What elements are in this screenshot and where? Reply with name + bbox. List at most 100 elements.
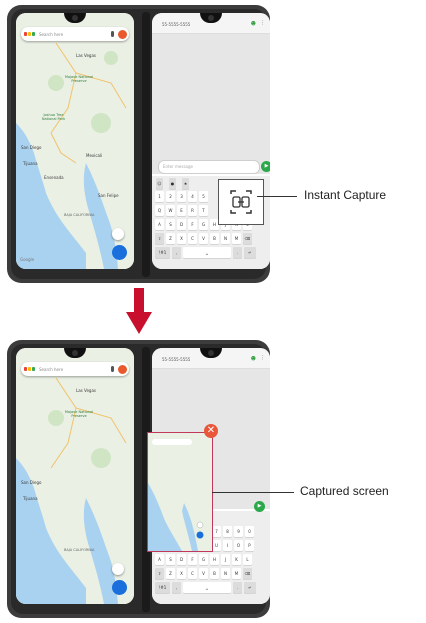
captured-screen-leader <box>212 492 294 493</box>
avatar[interactable] <box>118 29 127 39</box>
emoji-icon[interactable]: ☺ <box>156 178 163 189</box>
captured-map-image <box>148 433 212 551</box>
directions-button[interactable] <box>112 580 127 595</box>
enter-key[interactable]: ↵ <box>244 582 256 593</box>
instant-capture-leader <box>257 196 297 197</box>
symbols-key[interactable]: !#1 <box>155 247 170 258</box>
period-key[interactable]: . <box>233 247 242 258</box>
key[interactable]: D <box>177 554 186 565</box>
backspace-key[interactable]: ⌫ <box>243 233 252 244</box>
key[interactable]: Q <box>155 205 164 216</box>
mic-icon[interactable] <box>111 31 114 37</box>
message-input[interactable]: Enter message ▶ <box>158 160 270 174</box>
right-screen-messages: 55-5555-5555 ☻ ⋮ Enter message ▶ ☺ ● ★ 1… <box>152 13 270 269</box>
key[interactable]: M <box>232 568 241 579</box>
key[interactable]: A <box>155 219 164 230</box>
message-input-placeholder: Enter message <box>163 164 193 169</box>
key[interactable]: E <box>177 205 186 216</box>
city-label: Tijuana <box>23 161 38 166</box>
key[interactable]: S <box>166 554 175 565</box>
gif-icon[interactable]: ★ <box>182 178 189 189</box>
key[interactable]: U <box>212 540 221 551</box>
key[interactable]: N <box>221 233 230 244</box>
enter-key[interactable]: ↵ <box>244 247 256 258</box>
key[interactable]: T <box>199 205 208 216</box>
key[interactable]: C <box>188 568 197 579</box>
key[interactable]: B <box>210 568 219 579</box>
key[interactable]: X <box>177 233 186 244</box>
key[interactable]: R <box>188 205 197 216</box>
instant-capture-button[interactable] <box>218 179 264 225</box>
key[interactable]: M <box>232 233 241 244</box>
key[interactable]: 8 <box>223 526 232 537</box>
comma-key[interactable]: , <box>172 582 181 593</box>
symbols-key[interactable]: !#1 <box>155 582 170 593</box>
key[interactable]: F <box>188 219 197 230</box>
key[interactable]: B <box>210 233 219 244</box>
key[interactable]: F <box>188 554 197 565</box>
contact-number: 55-5555-5555 <box>162 357 191 362</box>
city-label: Tijuana <box>23 496 38 501</box>
directions-button[interactable] <box>112 245 127 260</box>
more-options-icon[interactable]: ⋮ <box>260 355 265 361</box>
key[interactable]: 0 <box>245 526 254 537</box>
key[interactable]: S <box>166 219 175 230</box>
space-key[interactable]: ␣ <box>183 582 231 593</box>
backspace-key[interactable]: ⌫ <box>243 568 252 579</box>
contact-icon[interactable]: ☻ <box>251 21 256 27</box>
key[interactable]: N <box>221 568 230 579</box>
contact-number: 55-5555-5555 <box>162 22 191 27</box>
key[interactable]: K <box>232 554 241 565</box>
key[interactable]: C <box>188 233 197 244</box>
key[interactable]: G <box>199 554 208 565</box>
sticker-icon[interactable]: ● <box>169 178 176 189</box>
close-icon[interactable]: ✕ <box>204 424 218 438</box>
map-view[interactable]: Search here Las Vegas San Diego Tijuana … <box>16 348 134 604</box>
key[interactable]: A <box>155 554 164 565</box>
park-label: Mojave National Preserve <box>64 75 94 83</box>
city-label: Mexicali <box>86 153 103 158</box>
key[interactable]: H <box>210 554 219 565</box>
key[interactable]: 9 <box>234 526 243 537</box>
key[interactable]: L <box>243 554 252 565</box>
key[interactable]: 2 <box>166 191 175 202</box>
contact-icon[interactable]: ☻ <box>251 356 256 362</box>
key[interactable]: I <box>223 540 232 551</box>
avatar[interactable] <box>118 364 127 374</box>
map-search-bar[interactable]: Search here <box>21 27 129 41</box>
city-label: San Diego <box>21 480 42 485</box>
key[interactable]: J <box>221 554 230 565</box>
key[interactable]: V <box>199 233 208 244</box>
key[interactable]: D <box>177 219 186 230</box>
arrow-down-icon <box>126 288 152 334</box>
shift-key[interactable]: ⇧ <box>155 568 164 579</box>
send-icon[interactable]: ▶ <box>261 161 270 172</box>
mic-icon[interactable] <box>111 366 114 372</box>
key[interactable]: 4 <box>188 191 197 202</box>
key[interactable]: W <box>166 205 175 216</box>
key[interactable]: Z <box>166 568 175 579</box>
location-button[interactable] <box>112 228 124 240</box>
key[interactable]: G <box>199 219 208 230</box>
key[interactable]: V <box>199 568 208 579</box>
key[interactable]: 3 <box>177 191 186 202</box>
captured-screen-label: Captured screen <box>300 484 389 498</box>
shift-key[interactable]: ⇧ <box>155 233 164 244</box>
comma-key[interactable]: , <box>172 247 181 258</box>
map-view[interactable]: Search here Las Vegas San Diego Tijuana … <box>16 13 134 269</box>
key[interactable]: P <box>245 540 254 551</box>
key[interactable]: O <box>234 540 243 551</box>
map-search-bar[interactable]: Search here <box>21 362 129 376</box>
instant-capture-label: Instant Capture <box>304 188 387 202</box>
location-button[interactable] <box>112 563 124 575</box>
send-icon[interactable]: ▶ <box>254 501 265 512</box>
key[interactable]: 5 <box>199 191 208 202</box>
key[interactable]: 1 <box>155 191 164 202</box>
captured-screen-thumbnail[interactable] <box>147 432 213 552</box>
key[interactable]: Z <box>166 233 175 244</box>
key[interactable]: X <box>177 568 186 579</box>
space-key[interactable]: ␣ <box>183 247 231 258</box>
period-key[interactable]: . <box>233 582 242 593</box>
more-options-icon[interactable]: ⋮ <box>260 20 265 26</box>
key[interactable]: 7 <box>212 526 221 537</box>
